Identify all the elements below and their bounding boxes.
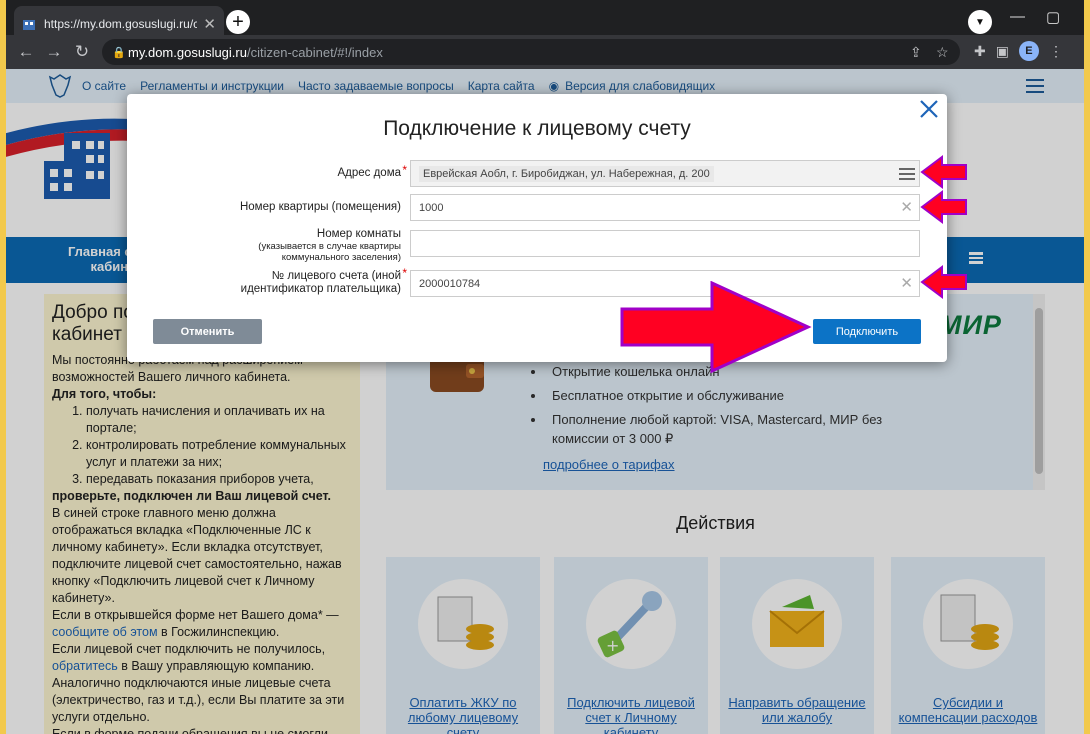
field-label-text: Адрес дома xyxy=(337,167,401,179)
connect-account-dialog: Подключение к лицевому счету Адрес дома *… xyxy=(127,94,947,362)
annotation-arrow-icon xyxy=(920,265,967,299)
tab-title: https://my.dom.gosuslugi.ru/citiz xyxy=(44,16,198,31)
profile-avatar[interactable]: E xyxy=(1018,41,1039,61)
connect-button[interactable]: Подключить xyxy=(813,319,921,344)
tab-search-icon[interactable]: ▼ xyxy=(968,10,992,34)
field-label-text: Номер комнаты xyxy=(316,228,401,240)
apartment-value: 1000 xyxy=(419,201,444,214)
browser-window: https://my.dom.gosuslugi.ru/citiz ✕ + ▼ … xyxy=(6,0,1084,734)
toolbar: ← → ↻ 🔒 my.dom.gosuslugi.ru /citizen-cab… xyxy=(6,35,1084,69)
field-label: Адрес дома * xyxy=(337,164,407,180)
browser-menu-icon[interactable]: ⋮ xyxy=(1049,43,1063,60)
lock-icon[interactable]: 🔒 xyxy=(112,46,128,59)
room-input[interactable] xyxy=(410,230,920,257)
field-label-hint: (указывается в случае квартиры коммуналь… xyxy=(258,241,401,263)
browser-actions: ✚ ▣ E ⋮ xyxy=(974,41,1063,61)
maximize-icon[interactable]: ▢ xyxy=(1046,8,1060,26)
annotation-arrow-icon xyxy=(920,155,967,189)
close-icon[interactable] xyxy=(917,97,941,121)
field-label: № лицевого счета (иной идентификатор пла… xyxy=(221,267,407,296)
share-icon[interactable]: ⇪ xyxy=(910,44,922,61)
reload-icon[interactable]: ↻ xyxy=(68,42,96,62)
required-mark: * xyxy=(402,266,407,280)
site-favicon-icon xyxy=(22,17,36,31)
side-panel-icon[interactable]: ▣ xyxy=(996,43,1009,60)
address-value: Еврейская Аобл, г. Биробиджан, ул. Набер… xyxy=(419,165,714,182)
minimize-icon[interactable]: — xyxy=(1010,8,1025,25)
url-domain: my.dom.gosuslugi.ru xyxy=(128,44,247,60)
dialog-title: Подключение к лицевому счету xyxy=(383,117,691,140)
annotation-big-arrow-icon xyxy=(620,281,812,373)
extensions-icon[interactable]: ✚ xyxy=(974,43,986,60)
web-page: О сайте Регламенты и инструкции Часто за… xyxy=(6,69,1084,734)
apartment-input[interactable]: 1000 ✕ xyxy=(410,194,920,221)
tab-close-icon[interactable]: ✕ xyxy=(203,15,216,33)
url-path: /citizen-cabinet/#!/index xyxy=(246,44,383,60)
clear-icon[interactable]: ✕ xyxy=(900,198,913,216)
new-tab-button[interactable]: + xyxy=(226,10,250,34)
address-menu-icon[interactable] xyxy=(899,168,915,180)
field-label-text: № лицевого счета (иной идентификатор пла… xyxy=(240,270,401,295)
field-label: Номер комнаты (указывается в случае квар… xyxy=(201,228,401,263)
bookmark-star-icon[interactable]: ☆ xyxy=(936,44,949,61)
cancel-button[interactable]: Отменить xyxy=(153,319,262,344)
clear-icon[interactable]: ✕ xyxy=(900,274,913,292)
address-input[interactable]: Еврейская Аобл, г. Биробиджан, ул. Набер… xyxy=(410,160,920,187)
forward-icon[interactable]: → xyxy=(40,42,68,62)
address-bar[interactable]: 🔒 my.dom.gosuslugi.ru /citizen-cabinet/#… xyxy=(102,39,960,65)
annotation-arrow-icon xyxy=(920,190,967,224)
required-mark: * xyxy=(402,163,407,177)
back-icon[interactable]: ← xyxy=(12,42,40,62)
account-value: 2000010784 xyxy=(419,277,481,290)
field-label: Номер квартиры (помещения) xyxy=(239,201,401,213)
